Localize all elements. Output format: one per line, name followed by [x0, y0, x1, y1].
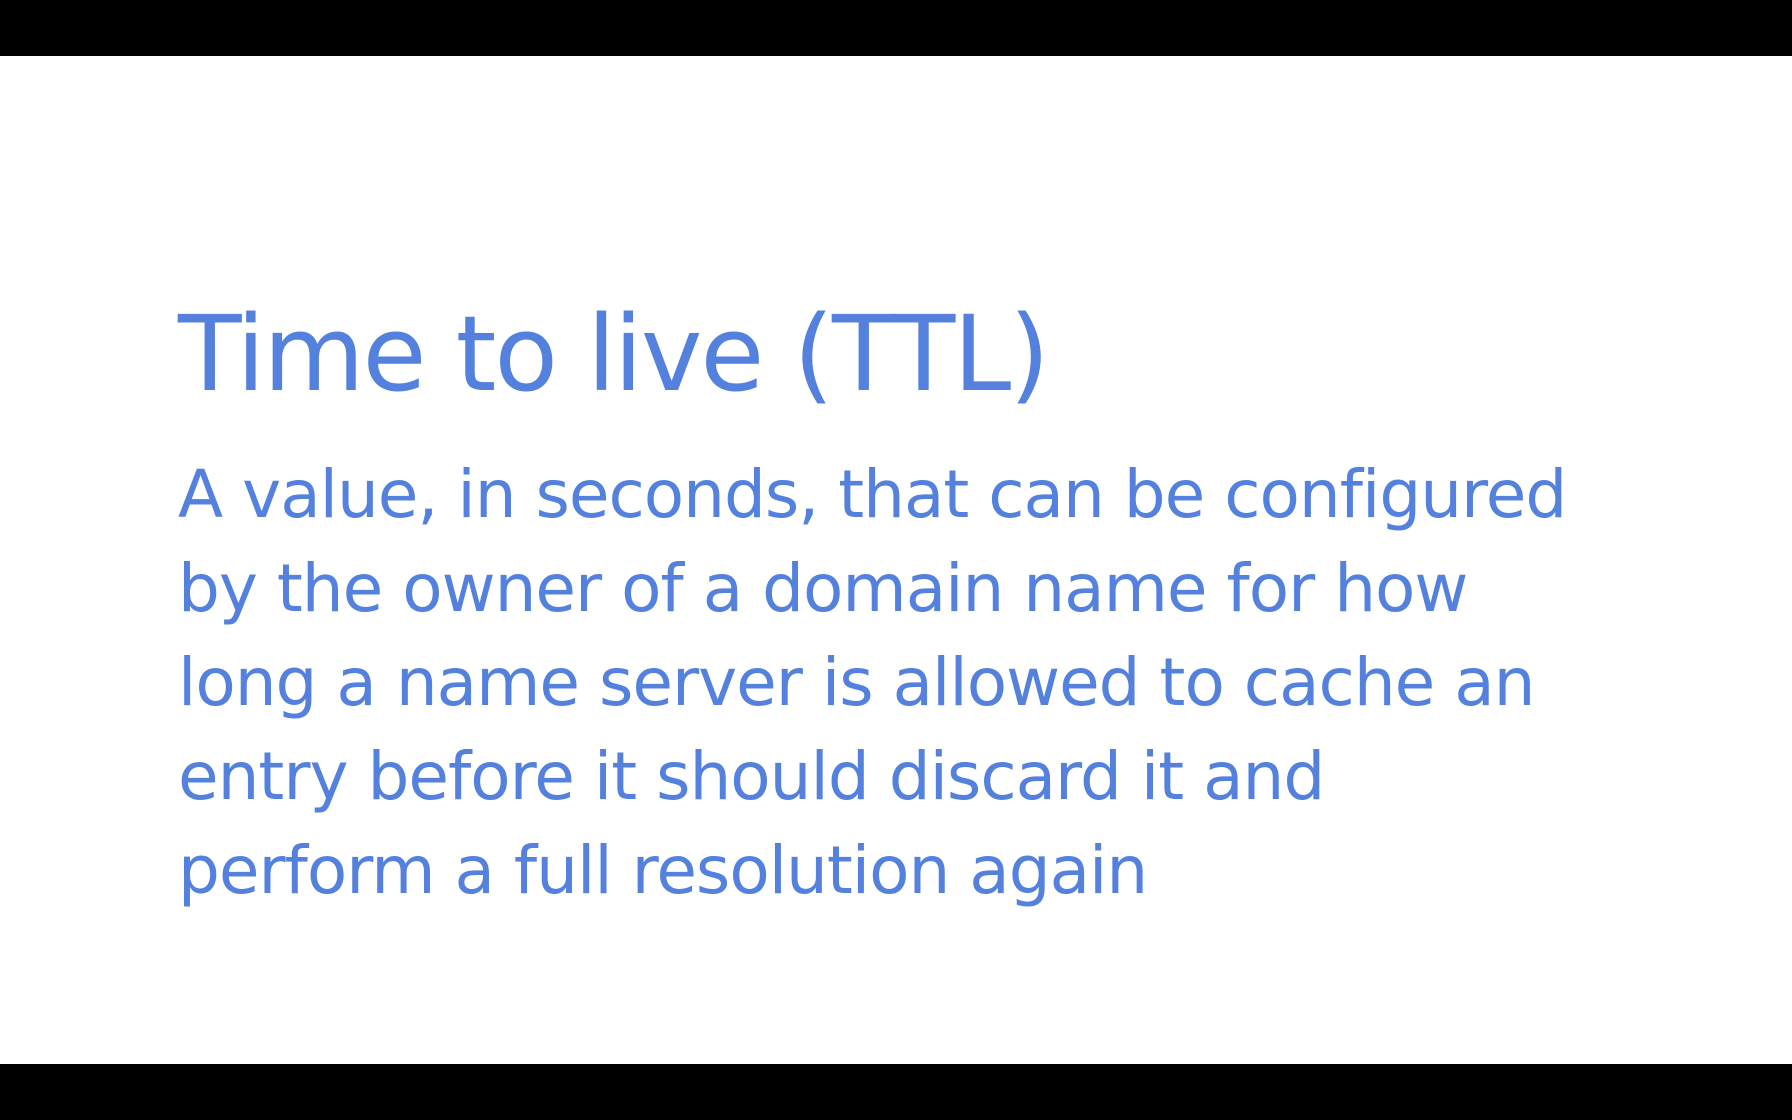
definition-text: A value, in seconds, that can be configu…	[178, 448, 1678, 918]
definition-line: by the owner of a domain name for how	[178, 550, 1468, 627]
definition-line: long a name server is allowed to cache a…	[178, 644, 1536, 721]
slide: Time to live (TTL) A value, in seconds, …	[0, 56, 1792, 1064]
definition-line: entry before it should discard it and	[178, 738, 1325, 815]
definition-line: A value, in seconds, that can be configu…	[178, 456, 1567, 533]
video-frame: Time to live (TTL) A value, in seconds, …	[0, 0, 1792, 1120]
slide-title: Time to live (TTL)	[178, 293, 1050, 415]
definition-line: perform a full resolution again	[178, 832, 1148, 909]
